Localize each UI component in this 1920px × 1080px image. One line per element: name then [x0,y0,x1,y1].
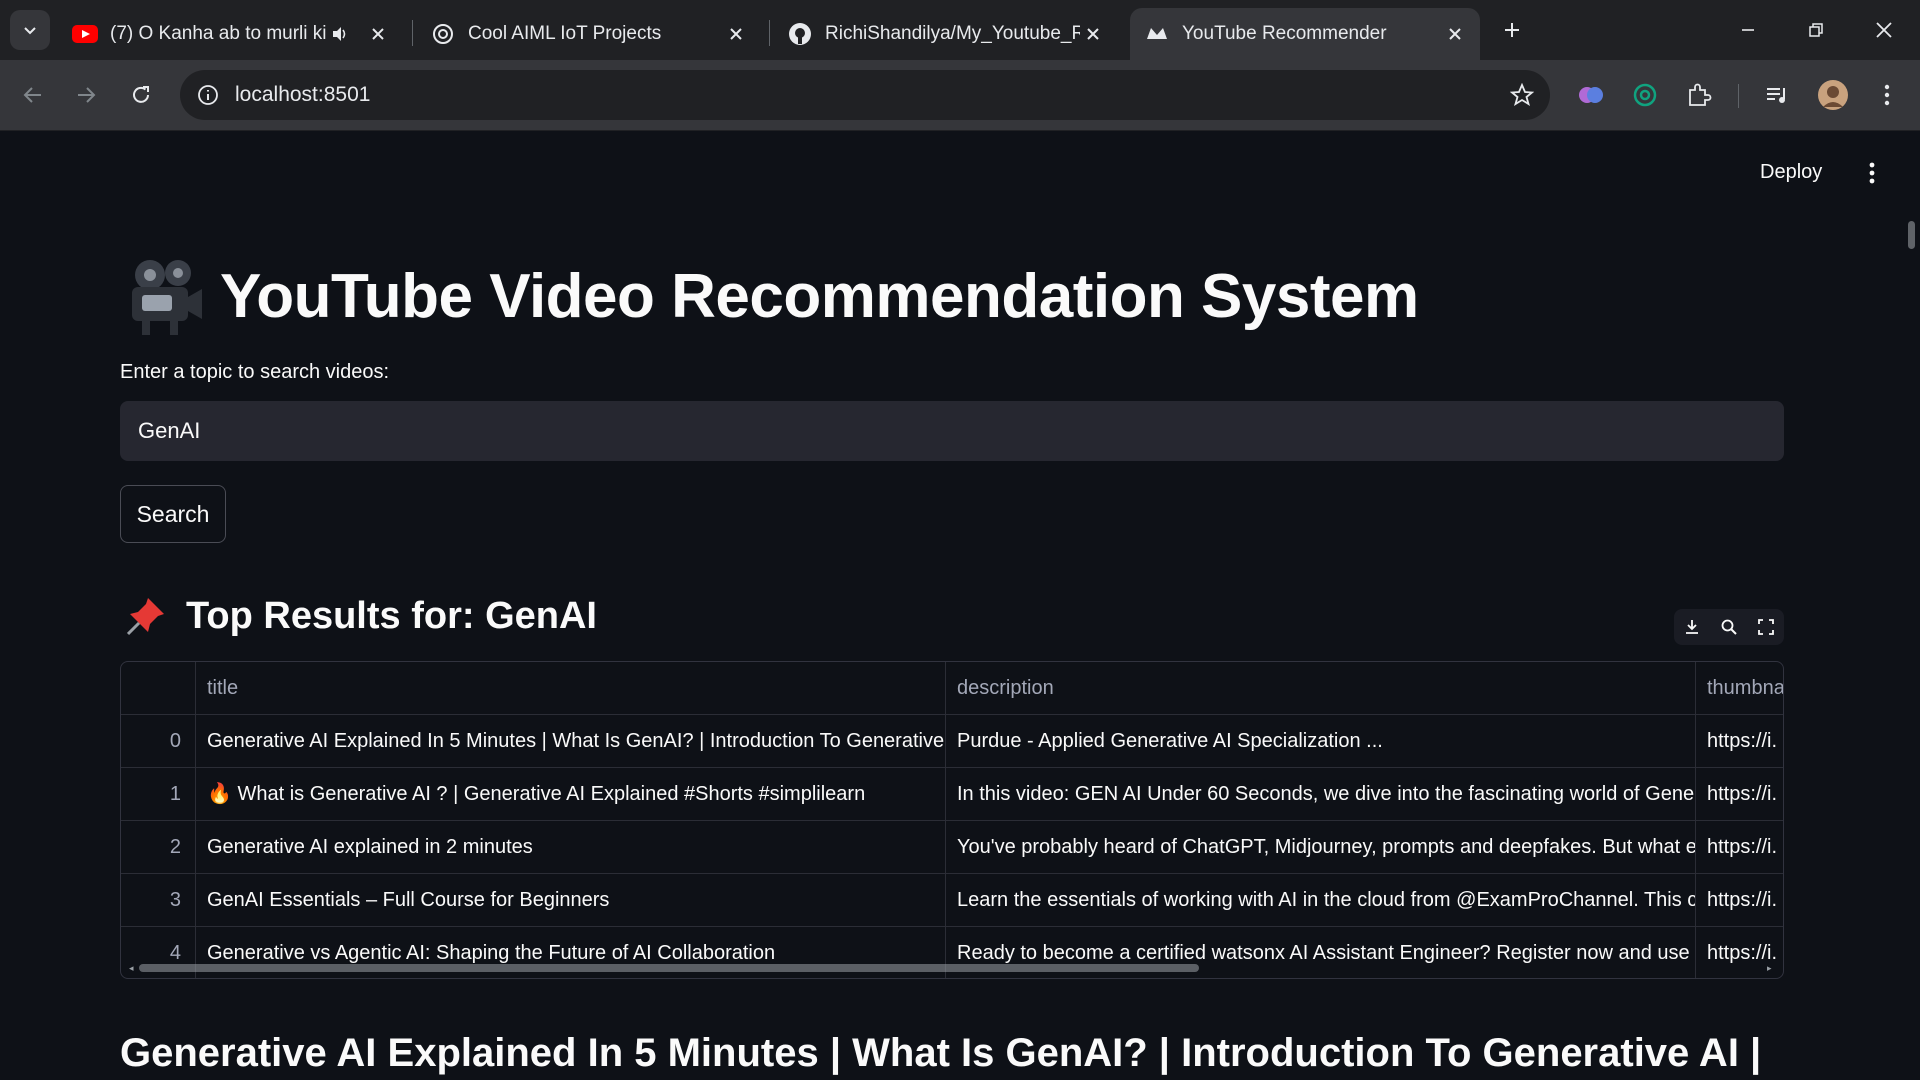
forward-button[interactable] [65,74,107,116]
row-index: 3 [121,874,196,926]
column-header-description[interactable]: description [946,662,1696,714]
horizontal-scroll-thumb[interactable] [139,964,1199,972]
browser-tab-bar: (7) O Kanha ab to murli ki, E Cool AIML … [0,0,1920,60]
close-icon[interactable] [365,21,391,47]
tab-chatgpt[interactable]: Cool AIML IoT Projects [416,8,761,60]
index-header [121,662,196,714]
results-heading: Top Results for: GenAI [124,586,597,646]
column-header-title[interactable]: title [196,662,946,714]
minimize-icon [1742,29,1754,31]
cell-description[interactable]: You've probably heard of ChatGPT, Midjou… [946,821,1696,873]
streamlit-icon [1144,21,1170,47]
results-heading-text: Top Results for: GenAI [186,594,597,637]
restore-icon [1809,23,1823,37]
row-index: 1 [121,768,196,820]
streamlit-app: Deploy YouTube Video Recommendation Syst… [0,131,1920,1080]
restore-button[interactable] [1783,0,1849,60]
cell-thumbnail[interactable]: https://i. [1696,821,1783,873]
address-bar[interactable]: localhost:8501 [180,70,1550,120]
cell-title[interactable]: 🔥 What is Generative AI ? | Generative A… [196,768,946,820]
topic-search-input[interactable] [120,401,1784,461]
tab-youtube-recommender[interactable]: YouTube Recommender [1130,8,1480,60]
bookmark-star-icon[interactable] [1508,81,1536,109]
table-row[interactable]: 2 Generative AI explained in 2 minutes Y… [121,821,1783,874]
row-index: 0 [121,715,196,767]
close-window-button[interactable] [1851,0,1917,60]
movie-camera-icon [132,260,202,335]
row-index: 2 [121,821,196,873]
download-icon[interactable] [1679,614,1705,640]
close-icon[interactable] [1442,21,1468,47]
table-row[interactable]: 0 Generative AI Explained In 5 Minutes |… [121,715,1783,768]
results-dataframe[interactable]: title description thumbna 0 Generative A… [120,661,1784,979]
tab-title: RichiShandilya/My_Youtube_Re [825,23,1080,44]
arrow-right-icon [78,87,96,103]
back-button[interactable] [12,74,54,116]
tab-title: YouTube Recommender [1182,23,1387,44]
page-scrollbar[interactable] [1908,221,1915,249]
video-detail-title: Generative AI Explained In 5 Minutes | W… [120,1031,1762,1075]
tab-title: Cool AIML IoT Projects [468,23,662,44]
url-text[interactable]: localhost:8501 [235,83,370,107]
browser-toolbar: localhost:8501 [0,60,1920,131]
toolbar-divider [1738,84,1739,108]
chrome-menu-icon[interactable] [1870,78,1904,112]
cell-description[interactable]: Purdue - Applied Generative AI Specializ… [946,715,1696,767]
minimize-button[interactable] [1715,0,1781,60]
speaker-icon[interactable] [327,21,353,47]
tab-separator [412,20,413,46]
youtube-icon [72,21,98,47]
fullscreen-icon[interactable] [1753,614,1779,640]
site-info-icon[interactable] [192,79,224,111]
openai-extension-icon[interactable] [1628,78,1662,112]
close-icon [1876,22,1892,38]
table-header-row: title description thumbna [121,662,1783,715]
dataframe-toolbar [1674,609,1784,645]
search-label: Enter a topic to search videos: [120,361,390,383]
table-row[interactable]: 3 GenAI Essentials – Full Course for Beg… [121,874,1783,927]
cell-description[interactable]: Learn the essentials of working with AI … [946,874,1696,926]
media-control-icon[interactable] [1760,78,1794,112]
cell-thumbnail[interactable]: https://i. [1696,874,1783,926]
arrow-left-icon [23,87,41,103]
cell-title[interactable]: GenAI Essentials – Full Course for Begin… [196,874,946,926]
deploy-button[interactable]: Deploy [1760,161,1822,184]
reload-button[interactable] [120,74,162,116]
brain-extension-icon[interactable] [1574,78,1608,112]
search-button[interactable]: Search [120,485,226,543]
column-header-thumbnail[interactable]: thumbna [1696,662,1783,714]
horizontal-scrollbar[interactable]: ◂ ▸ [129,962,1777,974]
tab-separator [769,20,770,46]
cell-thumbnail[interactable]: https://i. [1696,768,1783,820]
main-menu-icon[interactable] [1860,157,1884,189]
cell-thumbnail[interactable]: https://i. [1696,715,1783,767]
table-row[interactable]: 1 🔥 What is Generative AI ? | Generative… [121,768,1783,821]
tab-github[interactable]: RichiShandilya/My_Youtube_Re [773,8,1118,60]
chevron-down-icon [24,27,36,35]
scroll-right-arrow-icon[interactable]: ▸ [1767,962,1777,974]
profile-avatar[interactable] [1816,78,1850,112]
pushpin-icon [126,598,164,636]
openai-icon [430,21,456,47]
page-title-text: YouTube Video Recommendation System [220,261,1419,331]
extensions-puzzle-icon[interactable] [1682,78,1716,112]
page-title: YouTube Video Recommendation System [120,251,1419,341]
tab-title: (7) O Kanha ab to murli ki, E [110,23,327,44]
new-tab-button[interactable] [1494,12,1530,48]
tab-youtube[interactable]: (7) O Kanha ab to murli ki, E [58,8,403,60]
search-icon[interactable] [1716,614,1742,640]
cell-description[interactable]: In this video: GEN AI Under 60 Seconds, … [946,768,1696,820]
github-icon [787,21,813,47]
close-icon[interactable] [723,21,749,47]
reload-icon [133,86,149,103]
plus-icon [1505,23,1519,37]
cell-title[interactable]: Generative AI Explained In 5 Minutes | W… [196,715,946,767]
scroll-left-arrow-icon[interactable]: ◂ [129,962,139,974]
tab-search-button[interactable] [10,10,50,50]
close-icon[interactable] [1080,21,1106,47]
cell-title[interactable]: Generative AI explained in 2 minutes [196,821,946,873]
